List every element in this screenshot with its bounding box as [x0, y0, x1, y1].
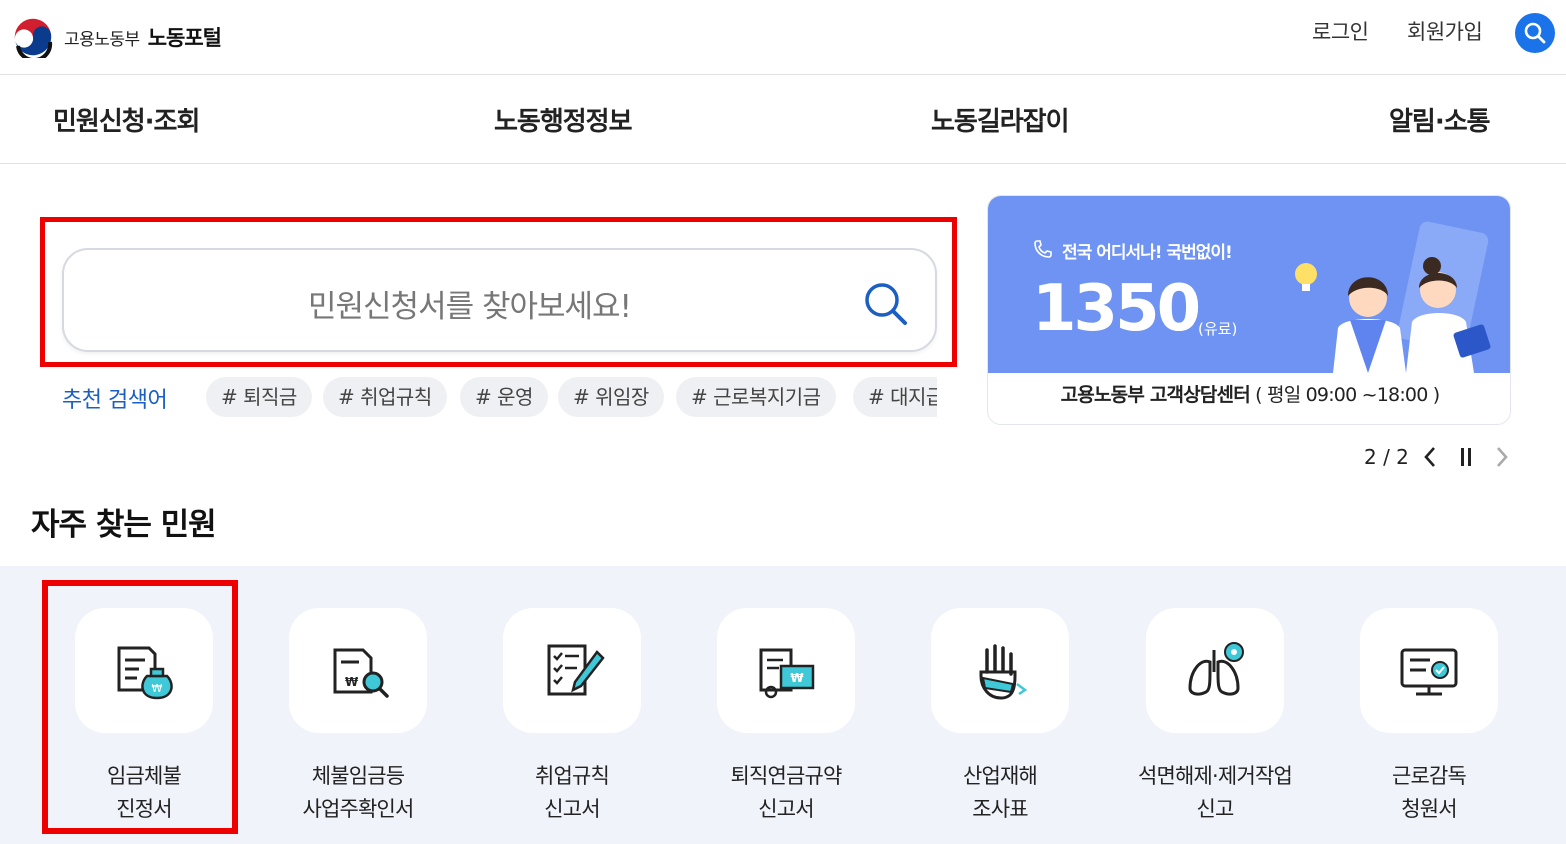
search-icon	[865, 283, 907, 325]
recommended-keywords-label: 추천 검색어	[62, 388, 168, 413]
industrial-accident-tile[interactable]	[931, 608, 1069, 733]
svg-text:₩: ₩	[790, 671, 804, 685]
keyword-chip[interactable]: # 위임장	[558, 377, 664, 417]
labor-inspection-tile[interactable]	[1360, 608, 1498, 733]
login-link[interactable]: 로그인	[1312, 16, 1369, 46]
ministry-name: 고용노동부	[64, 29, 140, 50]
search-submit-button[interactable]	[860, 278, 910, 328]
chevron-right-icon	[1496, 447, 1508, 467]
prev-button[interactable]	[1415, 442, 1445, 472]
label-line: 퇴직연금규약	[730, 764, 842, 788]
label-line: 조사표	[972, 797, 1028, 821]
nav-notice-communication[interactable]: 알림·소통	[1389, 101, 1491, 138]
search-input[interactable]: 민원신청서를 찾아보세요!	[62, 248, 937, 352]
keyword-chip[interactable]: # 대지급금	[853, 377, 937, 417]
keyword-chip[interactable]: # 퇴직금	[206, 377, 312, 417]
taegeuk-logo-icon	[13, 17, 53, 58]
injured-hand-icon	[979, 643, 1028, 700]
search-placeholder: 민원신청서를 찾아보세요!	[307, 289, 632, 325]
call-center-banner[interactable]: 전국 어디서나! 국번없이! 1350 (유료) 고용노동부 고객상담센터 ( …	[987, 195, 1511, 425]
top-header: 고용노동부 노동포털 로그인 회원가입	[0, 0, 1566, 75]
monitor-check-icon	[1400, 648, 1458, 695]
phone-icon	[1034, 240, 1052, 258]
unpaid-wage-confirmation-tile[interactable]: ₩	[289, 608, 427, 733]
nav-labor-guide[interactable]: 노동길라잡이	[931, 101, 1070, 138]
banner-visual: 전국 어디서나! 국번없이! 1350 (유료)	[988, 196, 1510, 373]
label-line: 신고서	[544, 797, 600, 821]
document-search-icon: ₩	[333, 648, 389, 698]
certificate-icon: ₩	[759, 648, 815, 698]
header-search-button[interactable]	[1515, 13, 1555, 53]
search-icon	[1524, 22, 1546, 44]
label-line: 취업규칙	[534, 764, 610, 788]
pause-icon	[1460, 448, 1471, 466]
chevron-left-icon	[1424, 447, 1435, 467]
join-link[interactable]: 회원가입	[1407, 16, 1483, 46]
site-logo[interactable]: 고용노동부 노동포털	[12, 16, 222, 58]
center-name: 고용노동부 고객상담센터	[1060, 384, 1251, 406]
label-line: 청원서	[1401, 797, 1457, 821]
pension-agreement-label: 퇴직연금규약 신고서	[679, 760, 893, 826]
asbestos-removal-tile[interactable]	[1146, 608, 1284, 733]
pension-agreement-tile[interactable]: ₩	[717, 608, 855, 733]
section-title: 자주 찾는 민원	[31, 507, 217, 543]
label-line: 신고서	[758, 797, 814, 821]
label-line: 산업재해	[962, 764, 1038, 788]
hotline-number: 1350	[1032, 272, 1201, 346]
paid-note: (유료)	[1198, 320, 1238, 338]
tile-highlight-frame	[42, 580, 238, 834]
label-line: 석면해제·제거작업	[1137, 764, 1293, 788]
checklist-pencil-icon	[547, 644, 605, 695]
banner-caption: 고용노동부 고객상담센터 ( 평일 09:00 ~18:00 )	[988, 373, 1510, 424]
asbestos-removal-label: 석면해제·제거작업 신고	[1108, 760, 1322, 826]
unpaid-wage-confirmation-label: 체불임금등 사업주확인서	[251, 760, 465, 826]
employment-rules-label: 취업규칙 신고서	[465, 760, 679, 826]
label-line: 근로감독	[1391, 764, 1467, 788]
nav-civil-petition[interactable]: 민원신청·조회	[53, 101, 200, 138]
portal-name: 노동포털	[147, 26, 222, 50]
center-hours: ( 평일 09:00 ~18:00 )	[1255, 384, 1440, 406]
main-navigation: 민원신청·조회 노동행정정보 노동길라잡이 알림·소통	[0, 75, 1566, 164]
lungs-icon	[1188, 641, 1244, 696]
keyword-chip[interactable]: # 취업규칙	[323, 377, 447, 417]
pause-button[interactable]	[1451, 442, 1481, 472]
page-indicator: 2 / 2	[1364, 445, 1409, 469]
keyword-chip[interactable]: # 운영	[460, 377, 548, 417]
svg-text:₩: ₩	[345, 675, 359, 689]
keyword-chip[interactable]: # 근로복지기금	[676, 377, 836, 417]
recommended-keywords: # 퇴직금 # 취업규칙 # 운영 # 위임장 # 근로복지기금 # 대지급금	[206, 377, 937, 419]
agents-illustration-icon	[1295, 221, 1491, 373]
industrial-accident-label: 산업재해 조사표	[893, 760, 1107, 826]
label-line: 체불임금등	[311, 764, 405, 788]
banner-pager: 2 / 2	[1364, 442, 1517, 472]
banner-subtitle: 전국 어디서나! 국번없이!	[1062, 243, 1233, 263]
nav-labor-admin-info[interactable]: 노동행정정보	[494, 101, 633, 138]
label-line: 신고	[1196, 797, 1234, 821]
employment-rules-tile[interactable]	[503, 608, 641, 733]
labor-inspection-label: 근로감독 청원서	[1322, 760, 1536, 826]
label-line: 사업주확인서	[302, 797, 414, 821]
next-button[interactable]	[1487, 442, 1517, 472]
